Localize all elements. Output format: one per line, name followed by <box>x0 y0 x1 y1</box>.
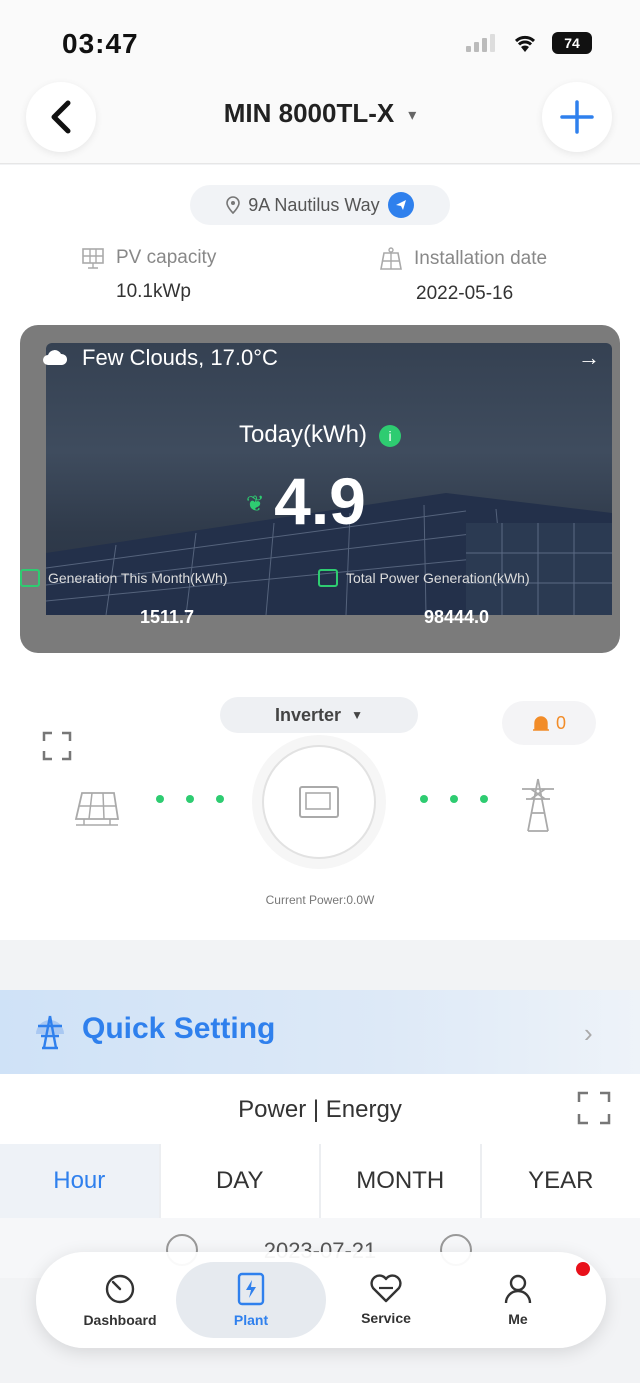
expand-icon[interactable] <box>42 731 72 761</box>
flow-dots-right <box>420 795 488 803</box>
flow-dots-left <box>156 795 224 803</box>
info-icon[interactable]: i <box>379 424 402 447</box>
pv-capacity-value: 10.1kWp <box>116 281 191 302</box>
tab-hour[interactable]: Hour <box>0 1144 159 1218</box>
tab-year[interactable]: YEAR <box>481 1144 640 1218</box>
nav-me[interactable]: Me <box>458 1262 578 1338</box>
plus-icon <box>560 100 594 134</box>
address-pill[interactable]: 9A Nautilus Way <box>190 185 450 225</box>
tab-day[interactable]: DAY <box>160 1144 319 1218</box>
chevron-right-icon: › <box>584 1018 593 1048</box>
chart-icon <box>318 569 338 587</box>
pv-capacity: PV capacity 10.1kWp <box>80 247 216 303</box>
power-grid-tower-icon <box>522 778 554 832</box>
power-energy-title[interactable]: Power | Energy <box>0 1096 640 1124</box>
alarm-badge[interactable]: 0 <box>502 701 596 745</box>
inverter-selector[interactable]: Inverter ▼ <box>220 697 418 733</box>
inverter-selector-label: Inverter <box>275 704 342 725</box>
dashboard-icon <box>105 1274 135 1304</box>
nav-service[interactable]: Service <box>326 1262 446 1338</box>
installation-icon <box>380 247 402 270</box>
period-tabs: Hour DAY MONTH YEAR <box>0 1144 640 1218</box>
total-generation-label: Total Power Generation(kWh) <box>318 569 530 587</box>
current-power: Current Power:0.0W <box>265 893 375 907</box>
plant-info: 9A Nautilus Way PV capacity 10.1kWp Inst… <box>0 165 640 940</box>
service-icon <box>370 1274 402 1303</box>
installation-date-value: 2022-05-16 <box>416 283 514 304</box>
cellular-signal-icon <box>466 34 500 52</box>
today-label-text: Today(kWh) <box>238 421 368 448</box>
app-header: MIN 8000TL-X ▾ <box>0 80 640 164</box>
nav-plant-label: Plant <box>233 1312 269 1328</box>
inverter-icon <box>299 786 339 818</box>
generation-card[interactable]: Few Clouds, 17.0°C → Today(kWh) i ❦ 4.9 G… <box>20 325 620 653</box>
today-energy-label: Today(kWh) i <box>20 421 620 449</box>
alarm-count: 0 <box>555 712 566 733</box>
quick-setting-label: Quick Setting <box>82 1012 276 1045</box>
wifi-icon <box>514 35 536 52</box>
nav-dashboard-label: Dashboard <box>83 1312 157 1328</box>
quick-setting-icon <box>36 1015 64 1050</box>
tab-month[interactable]: MONTH <box>321 1144 480 1218</box>
plant-title: MIN 8000TL-X <box>223 98 395 128</box>
month-label-text: Generation This Month(kWh) <box>48 570 228 586</box>
status-time: 03:47 <box>62 28 139 59</box>
month-generation-value: 1511.7 <box>140 607 195 627</box>
total-label-text: Total Power Generation(kWh) <box>346 570 530 586</box>
nav-dashboard[interactable]: Dashboard <box>60 1262 180 1338</box>
status-bar: 03:47 74 <box>0 0 640 80</box>
bottom-navigation: Dashboard Plant Service Me <box>36 1252 606 1348</box>
solar-panel-icon <box>82 248 104 269</box>
quick-setting-row[interactable]: Quick Setting › <box>0 990 640 1074</box>
alarm-icon <box>532 716 549 731</box>
installation-date-label: Installation date <box>414 248 548 269</box>
user-icon <box>504 1274 532 1304</box>
month-generation-label: Generation This Month(kWh) <box>20 569 227 587</box>
weather-row: Few Clouds, 17.0°C <box>40 345 278 371</box>
calendar-icon <box>20 569 40 587</box>
nav-plant[interactable]: Plant <box>176 1262 326 1338</box>
chevron-down-icon: ▾ <box>408 107 417 125</box>
weather-text: Few Clouds, 17.0°C <box>82 345 278 370</box>
arrow-right-icon[interactable]: → <box>578 345 600 371</box>
battery-indicator: 74 <box>552 32 592 54</box>
add-button[interactable] <box>542 82 612 152</box>
navigate-icon <box>387 192 414 218</box>
notification-dot <box>576 1262 590 1276</box>
plant-icon <box>237 1272 265 1306</box>
pv-capacity-label: PV capacity <box>116 247 217 268</box>
chevron-down-icon: ▼ <box>351 708 363 722</box>
installation-date: Installation date 2022-05-16 <box>378 247 547 305</box>
cloud-icon <box>43 350 68 365</box>
power-energy-header: Power | Energy <box>0 1074 640 1144</box>
total-generation-value: 98444.0 <box>424 607 490 627</box>
address-text: 9A Nautilus Way <box>248 194 380 215</box>
nav-me-label: Me <box>508 1311 528 1327</box>
inverter-device[interactable] <box>262 745 376 859</box>
today-energy-value: 4.9 <box>274 464 366 538</box>
nav-service-label: Service <box>361 1310 411 1326</box>
fullscreen-icon[interactable] <box>576 1090 612 1126</box>
location-pin-icon <box>226 196 241 214</box>
solar-array-icon <box>74 792 120 826</box>
